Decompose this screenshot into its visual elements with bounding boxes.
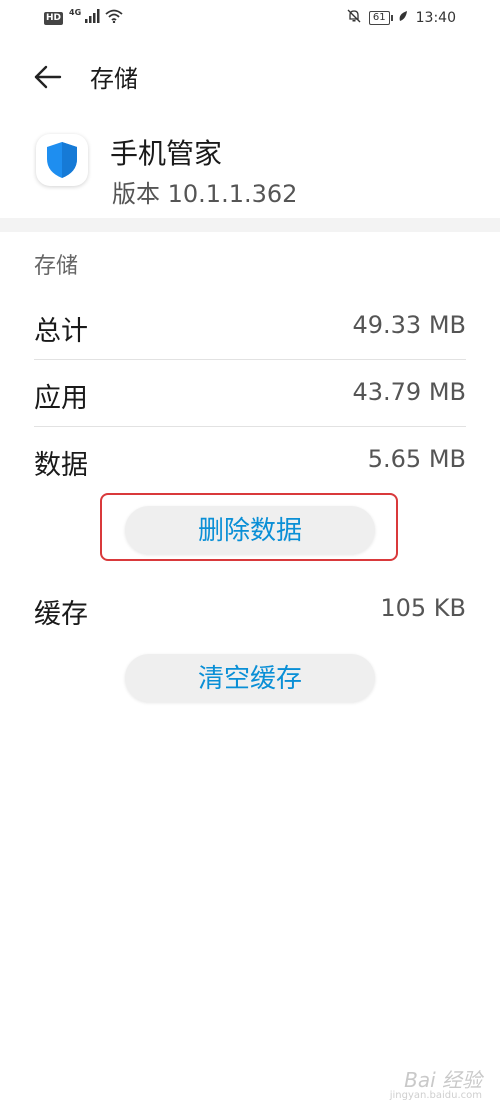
row-label: 应用 — [34, 383, 88, 414]
row-label: 缓存 — [34, 599, 88, 630]
clock: 13:40 — [415, 10, 456, 26]
storage-row-app: 应用 43.79 MB — [34, 360, 466, 427]
row-label: 总计 — [34, 316, 88, 347]
app-info: 手机管家 版本 10.1.1.362 — [0, 120, 500, 216]
app-bar: 存储 — [0, 40, 500, 112]
app-icon — [36, 134, 88, 186]
storage-row-cache: 缓存 105 KB — [34, 576, 466, 642]
row-value: 105 KB — [380, 594, 466, 622]
row-value: 49.33 MB — [352, 311, 466, 339]
storage-row-data: 数据 5.65 MB — [34, 427, 466, 493]
back-arrow-icon — [34, 65, 62, 89]
signal-icon — [85, 9, 101, 27]
section-divider — [0, 218, 500, 232]
app-version: 版本 10.1.1.362 — [112, 180, 298, 208]
row-value: 5.65 MB — [367, 445, 466, 473]
status-left: HD 4G — [44, 7, 123, 27]
status-bar: HD 4G 61 13:40 — [0, 0, 500, 38]
mute-icon — [347, 9, 361, 27]
section-header-storage: 存储 — [34, 254, 79, 279]
watermark: Bai 经验 — [404, 1068, 482, 1092]
storage-row-total: 总计 49.33 MB — [34, 293, 466, 360]
app-name: 手机管家 — [110, 137, 223, 170]
leaf-icon — [398, 10, 408, 26]
shield-icon — [47, 142, 77, 178]
row-value: 43.79 MB — [352, 378, 466, 406]
back-button[interactable] — [30, 60, 64, 94]
clear-cache-button[interactable]: 清空缓存 — [125, 654, 375, 702]
network-type: 4G — [69, 7, 82, 17]
page-title: 存储 — [90, 65, 138, 93]
delete-data-button[interactable]: 删除数据 — [125, 506, 375, 554]
hd-badge: HD — [44, 11, 64, 25]
watermark-sub: jingyan.baidu.com — [389, 1090, 482, 1101]
row-label: 数据 — [34, 450, 88, 481]
battery-icon: 61 — [368, 11, 393, 25]
status-right: 61 13:40 — [347, 9, 456, 27]
wifi-icon — [105, 9, 123, 27]
